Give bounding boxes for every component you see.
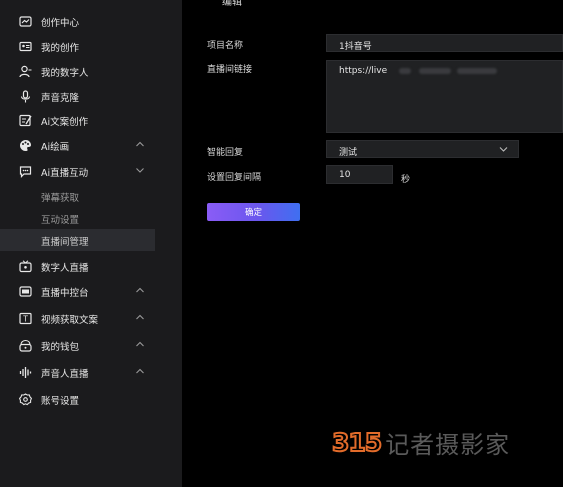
- live-link-value: https://live: [339, 66, 388, 76]
- watermark: 315 记者摄影家: [331, 423, 511, 461]
- reply-interval-input[interactable]: 10: [326, 165, 393, 184]
- watermark-logo: 315: [331, 427, 383, 458]
- sidebar-item-voice-clone[interactable]: 声音克隆: [0, 85, 155, 107]
- tv-icon: [19, 260, 32, 273]
- sidebar: 创作中心 我的创作 我的数字人 声音克隆 Ai文案创作 Ai绘画 Ai直播互动 …: [0, 0, 182, 487]
- live-link-textarea[interactable]: https://live: [326, 60, 563, 133]
- main-content: 编辑 项目名称 1抖音号 直播间链接 https://live 智能回复 测试 …: [182, 0, 563, 487]
- interval-unit: 秒: [401, 175, 411, 185]
- sidebar-item-label: Ai绘画: [41, 142, 70, 153]
- redaction-blur: [399, 68, 411, 74]
- page-title: 编辑: [222, 0, 242, 8]
- sidebar-item-label: 我的钱包: [41, 342, 80, 353]
- edit-doc-icon: [19, 114, 32, 127]
- sidebar-item-my-wallet[interactable]: 我的钱包: [0, 334, 155, 356]
- chevron-up-icon[interactable]: [135, 340, 145, 348]
- sidebar-item-label: Ai直播互动: [41, 168, 89, 179]
- sidebar-item-label: 直播中控台: [41, 288, 89, 299]
- sidebar-subitem-live-room-management[interactable]: 直播间管理: [0, 229, 155, 251]
- chevron-up-icon[interactable]: [135, 140, 145, 148]
- sidebar-item-ai-painting[interactable]: Ai绘画: [0, 134, 155, 156]
- sidebar-item-ai-live-interaction[interactable]: Ai直播互动: [0, 160, 155, 182]
- soundwave-icon: [19, 366, 32, 379]
- chevron-down-icon[interactable]: [135, 166, 145, 174]
- gear-icon: [19, 393, 32, 406]
- sidebar-item-account-settings[interactable]: 账号设置: [0, 388, 155, 410]
- sidebar-item-my-digital-human[interactable]: 我的数字人: [0, 60, 155, 82]
- sidebar-item-label: 创作中心: [41, 18, 80, 29]
- reply-interval-value: 10: [339, 170, 351, 180]
- project-name-value: 1抖音号: [339, 42, 372, 52]
- chart-card-icon: [19, 15, 32, 28]
- sidebar-item-digital-human-live[interactable]: 数字人直播: [0, 255, 155, 277]
- sidebar-item-label: 视频获取文案: [41, 315, 99, 326]
- sidebar-item-label: 我的数字人: [41, 68, 89, 79]
- chevron-up-icon[interactable]: [135, 313, 145, 321]
- sidebar-item-label: 声音克隆: [41, 93, 80, 104]
- sidebar-item-creation-center[interactable]: 创作中心: [0, 10, 155, 32]
- console-icon: [19, 285, 32, 298]
- user-icon: [19, 65, 32, 78]
- sidebar-item-label: 我的创作: [41, 43, 80, 54]
- id-card-icon: [19, 40, 32, 53]
- chevron-up-icon[interactable]: [135, 286, 145, 294]
- watermark-text: 记者摄影家: [385, 430, 511, 459]
- sidebar-subitem-danmaku[interactable]: 弹幕获取: [0, 185, 155, 207]
- chevron-down-icon: [499, 146, 508, 156]
- project-name-input[interactable]: 1抖音号: [326, 34, 563, 52]
- chevron-up-icon[interactable]: [135, 367, 145, 375]
- sidebar-item-my-creations[interactable]: 我的创作: [0, 35, 155, 57]
- palette-icon: [19, 139, 32, 152]
- confirm-button[interactable]: 确定: [207, 203, 300, 221]
- sidebar-item-label: 声音人直播: [41, 369, 89, 380]
- sidebar-item-label: Ai文案创作: [41, 117, 89, 128]
- sidebar-item-ai-copywriting[interactable]: Ai文案创作: [0, 109, 155, 131]
- redaction-blur: [419, 68, 451, 74]
- redaction-blur: [457, 68, 497, 74]
- sidebar-subitem-label: 直播间管理: [41, 237, 89, 248]
- sidebar-item-label: 账号设置: [41, 396, 80, 407]
- sidebar-item-live-console[interactable]: 直播中控台: [0, 280, 155, 302]
- chat-bubble-icon: [19, 165, 32, 178]
- smart-reply-label: 智能回复: [207, 148, 244, 158]
- microphone-icon: [19, 90, 32, 103]
- svg-text:T: T: [22, 315, 28, 324]
- reply-interval-label: 设置回复间隔: [207, 173, 262, 183]
- smart-reply-select[interactable]: 测试: [326, 140, 519, 158]
- sidebar-subitem-label: 弹幕获取: [41, 193, 80, 204]
- smart-reply-value: 测试: [339, 148, 358, 158]
- sidebar-item-voice-live[interactable]: 声音人直播: [0, 361, 155, 383]
- sidebar-item-video-to-text[interactable]: T 视频获取文案: [0, 307, 155, 329]
- wallet-icon: [19, 339, 32, 352]
- project-name-label: 项目名称: [207, 41, 244, 51]
- sidebar-subitem-interaction-settings[interactable]: 互动设置: [0, 207, 155, 229]
- sidebar-subitem-label: 互动设置: [41, 215, 80, 226]
- text-box-icon: T: [19, 312, 32, 325]
- sidebar-item-label: 数字人直播: [41, 263, 89, 274]
- live-link-label: 直播间链接: [207, 65, 253, 75]
